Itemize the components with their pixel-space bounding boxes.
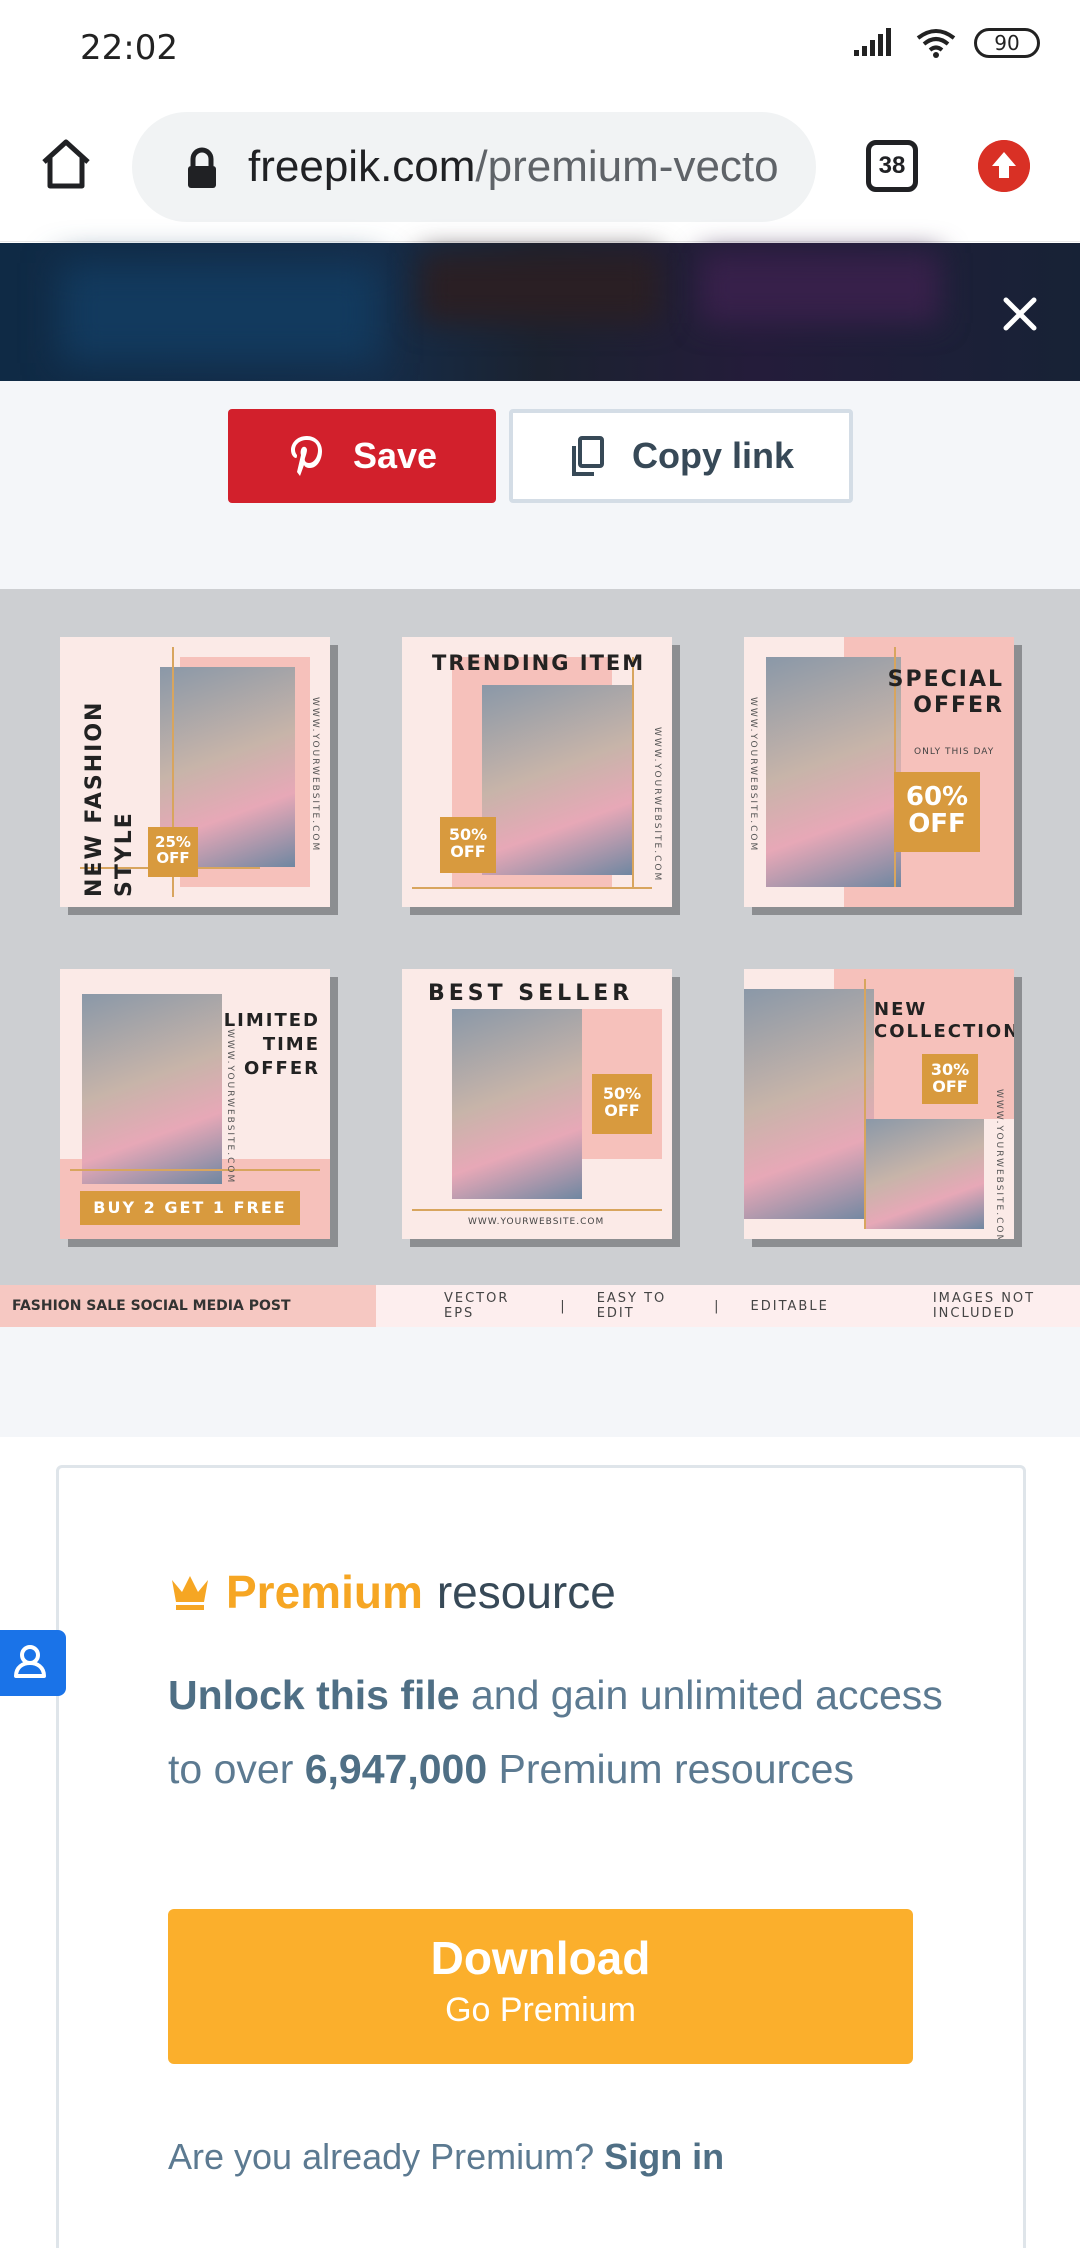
copy-label: Copy link bbox=[631, 435, 795, 476]
download-label: Download bbox=[430, 1932, 651, 1984]
footer-separator: | bbox=[560, 1298, 567, 1314]
resource-preview-image[interactable]: NEW FASHION STYLE 25% OFF WWW.YOURWEBSIT… bbox=[0, 589, 1080, 1327]
section-spacer bbox=[0, 1327, 1080, 1437]
tile-badge: 50% OFF bbox=[592, 1074, 652, 1134]
tile-badge: 25% OFF bbox=[148, 827, 198, 877]
url-text: freepik.com/premium-vecto bbox=[248, 142, 808, 192]
page: 22:02 90 freepik.com/premium-vecto 38 Sa… bbox=[0, 0, 1080, 2248]
sign-in-link[interactable]: Sign in bbox=[604, 2136, 724, 2177]
preview-footer-title: FASHION SALE SOCIAL MEDIA POST TEMPLATE bbox=[0, 1285, 376, 1356]
tile-website: WWW.YOURWEBSITE.COM bbox=[652, 727, 662, 883]
copy-icon bbox=[571, 436, 604, 476]
preview-tile: TRENDING ITEM 50% OFF WWW.YOURWEBSITE.CO… bbox=[402, 637, 672, 907]
preview-tile: SPECIAL OFFER ONLY THIS DAY 60% OFF WWW.… bbox=[744, 637, 1014, 907]
save-label: Save bbox=[352, 435, 438, 476]
tile-website: WWW.YOURWEBSITE.COM bbox=[748, 697, 758, 853]
browser-toolbar: freepik.com/premium-vecto 38 bbox=[0, 96, 1080, 242]
status-bar: 22:02 90 bbox=[0, 0, 1080, 96]
tile-badge: 30% OFF bbox=[922, 1054, 978, 1104]
preview-footer-items: VECTOR EPS | EASY TO EDIT | EDITABLE IMA… bbox=[376, 1285, 1080, 1327]
tile-website: WWW.YOURWEBSITE.COM bbox=[468, 1217, 605, 1227]
tile-website: WWW.YOURWEBSITE.COM bbox=[310, 697, 320, 853]
wifi-icon bbox=[916, 29, 956, 58]
tile-photo bbox=[82, 994, 222, 1184]
pinterest-icon bbox=[290, 436, 322, 476]
copy-link-button[interactable]: Copy link bbox=[509, 409, 853, 503]
tile-badge: BUY 2 GET 1 FREE bbox=[80, 1191, 300, 1225]
status-time: 22:02 bbox=[80, 28, 178, 68]
tile-photo bbox=[482, 685, 632, 875]
url-domain: freepik.com bbox=[248, 142, 476, 191]
user-icon bbox=[14, 1645, 46, 1678]
tile-title: BEST SELLER bbox=[428, 981, 634, 1006]
preview-tile: NEW COLLECTION 30% OFF WWW.YOURWEBSITE.C… bbox=[744, 969, 1014, 1239]
tile-photo bbox=[744, 989, 874, 1219]
banner-shape bbox=[60, 263, 380, 363]
crown-icon bbox=[172, 1576, 208, 1610]
unlock-description: Unlock this file and gain unlimited acce… bbox=[168, 1658, 948, 1806]
home-icon[interactable] bbox=[34, 132, 98, 196]
footer-item: VECTOR EPS bbox=[444, 1291, 510, 1321]
already-premium-text: Are you already Premium? bbox=[168, 2136, 605, 2177]
tile-website: WWW.YOURWEBSITE.COM bbox=[225, 1029, 235, 1185]
resource-count: 6,947,000 bbox=[304, 1746, 488, 1792]
banner-shape bbox=[700, 253, 940, 323]
download-go-premium-button[interactable]: Download Go Premium bbox=[168, 1909, 913, 2064]
tab-switcher-button[interactable]: 38 bbox=[866, 140, 918, 192]
tile-line bbox=[864, 979, 866, 1229]
go-premium-label: Go Premium bbox=[445, 1991, 636, 2029]
footer-item: EDITABLE bbox=[750, 1298, 829, 1314]
footer-separator: | bbox=[714, 1298, 721, 1314]
preview-tile: NEW FASHION STYLE 25% OFF WWW.YOURWEBSIT… bbox=[60, 637, 330, 907]
footer-item: IMAGES NOT INCLUDED bbox=[932, 1291, 1036, 1321]
tile-title: SPECIAL OFFER bbox=[887, 667, 1004, 718]
footer-item: EASY TO EDIT bbox=[596, 1291, 667, 1321]
unlock-bold: Unlock this file bbox=[168, 1672, 460, 1718]
tile-title: NEW COLLECTION bbox=[874, 999, 1014, 1042]
close-icon[interactable] bbox=[990, 284, 1050, 344]
premium-label: Premium bbox=[226, 1566, 423, 1618]
preview-footer: FASHION SALE SOCIAL MEDIA POST TEMPLATE … bbox=[0, 1285, 1080, 1356]
resource-label: resource bbox=[436, 1566, 616, 1618]
address-bar[interactable]: freepik.com/premium-vecto bbox=[132, 112, 816, 222]
pinterest-save-button[interactable]: Save bbox=[228, 409, 496, 503]
banner-shape bbox=[420, 253, 660, 323]
tile-line bbox=[412, 1209, 662, 1211]
url-path: /premium-vecto bbox=[475, 142, 779, 191]
tile-line bbox=[70, 1169, 320, 1171]
preview-tile: BEST SELLER 50% OFF WWW.YOURWEBSITE.COM bbox=[402, 969, 672, 1239]
tile-photo bbox=[766, 657, 901, 887]
tile-title: TRENDING ITEM bbox=[432, 651, 646, 675]
lock-icon bbox=[188, 147, 216, 188]
tile-subtitle: ONLY THIS DAY bbox=[914, 747, 995, 757]
tile-badge: 60% OFF bbox=[894, 772, 980, 852]
status-icons: 90 bbox=[854, 28, 1040, 58]
tile-website: WWW.YOURWEBSITE.COM bbox=[994, 1089, 1004, 1239]
sign-in-row: Are you already Premium? Sign in bbox=[168, 2136, 724, 2178]
premium-heading: Premium resource bbox=[168, 1565, 616, 1619]
tile-title: NEW FASHION STYLE bbox=[82, 700, 137, 897]
tile-line bbox=[412, 887, 652, 889]
signal-icon bbox=[854, 28, 891, 56]
tile-photo bbox=[452, 1009, 582, 1199]
battery-indicator: 90 bbox=[974, 28, 1040, 58]
tile-badge: 50% OFF bbox=[440, 817, 496, 873]
ad-banner[interactable] bbox=[0, 243, 1080, 381]
tile-line bbox=[632, 657, 634, 887]
tile-photo bbox=[864, 1119, 984, 1229]
update-arrow-icon[interactable] bbox=[978, 140, 1030, 192]
unlock-text-2: Premium resources bbox=[487, 1746, 854, 1792]
side-profile-button[interactable] bbox=[0, 1630, 66, 1696]
preview-tile: LIMITED TIME OFFER BUY 2 GET 1 FREE WWW.… bbox=[60, 969, 330, 1239]
